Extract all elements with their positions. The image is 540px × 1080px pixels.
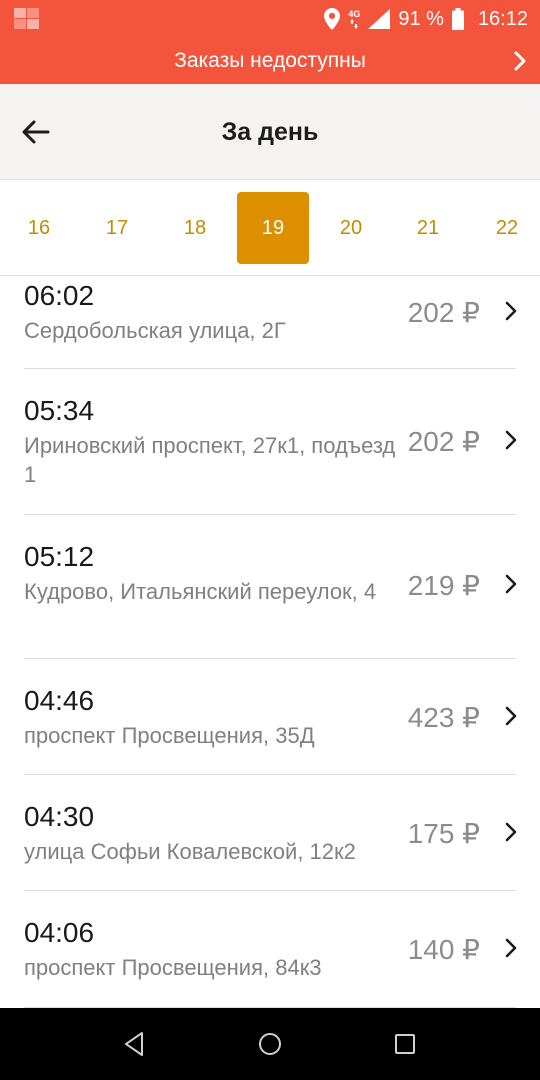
chevron-right-icon [505,822,517,842]
date-16[interactable]: 16 [3,192,75,264]
navigation-bar [0,1008,540,1080]
date-20[interactable]: 20 [315,192,387,264]
date-22[interactable]: 22 [471,192,540,264]
order-time: 06:02 [24,280,95,311]
order-time: 05:34 [24,395,95,426]
order-price: 175 ₽ [407,818,480,849]
status-bar: 4G 91 % 16:12 [0,0,540,38]
page-title: За день [221,118,319,146]
order-time: 04:06 [24,917,95,948]
date-17[interactable]: 17 [81,192,153,264]
order-address: Ириновский проспект, 27к1, подъезд 1 [24,433,396,487]
order-address: Кудрово, Итальянский переулок, 4 [24,579,377,604]
order-price: 202 ₽ [407,426,480,457]
order-price: 219 ₽ [407,570,480,601]
clock: 16:12 [477,7,528,30]
toolbar: За день [0,84,540,180]
order-row[interactable]: 05:34 Ириновский проспект, 27к1, подъезд… [0,369,540,514]
order-time: 04:30 [24,801,95,832]
nav-back-icon[interactable] [118,1028,150,1060]
order-row[interactable]: 05:12 Кудрово, Итальянский переулок, 4 2… [0,515,540,658]
chevron-right-icon [505,301,517,321]
order-price: 140 ₽ [407,934,480,965]
screen: 4G 91 % 16:12 Заказы недоступны За день … [0,0,540,1080]
order-price: 202 ₽ [407,297,480,328]
nav-home-icon[interactable] [254,1028,286,1060]
date-selector: 16 17 18 19 20 21 22 [0,180,540,276]
chevron-right-icon [514,51,526,71]
signal-icon [368,9,391,29]
order-row[interactable]: 04:06 проспект Просвещения, 84к3 140 ₽ [0,891,540,1007]
date-21[interactable]: 21 [392,192,464,264]
order-price: 423 ₽ [407,702,480,733]
banner-text: Заказы недоступны [174,49,366,72]
order-address: улица Софьи Ковалевской, 12к2 [24,839,356,864]
date-18[interactable]: 18 [159,192,231,264]
network-type-label: 4G [348,8,361,19]
nav-recents-icon[interactable] [389,1028,421,1060]
order-address: проспект Просвещения, 84к3 [24,955,322,980]
chevron-right-icon [505,430,517,450]
date-19-selected[interactable]: 19 [237,192,309,264]
location-icon [324,8,341,30]
network-indicator: 4G [348,8,361,29]
order-row[interactable]: 04:46 проспект Просвещения, 35Д 423 ₽ [0,659,540,774]
data-arrows-icon [350,18,359,29]
orders-unavailable-banner[interactable]: Заказы недоступны [0,38,540,84]
orders-list: 06:02 Сердобольская улица, 2Г 202 ₽ 05:3… [0,276,540,1008]
order-row[interactable]: 06:02 Сердобольская улица, 2Г 202 ₽ [0,276,540,368]
order-address: Сердобольская улица, 2Г [24,318,286,343]
order-time: 04:46 [24,685,95,716]
battery-icon [451,8,464,30]
order-row[interactable]: 04:30 улица Софьи Ковалевской, 12к2 175 … [0,775,540,890]
order-address: проспект Просвещения, 35Д [24,723,315,748]
chevron-right-icon [505,574,517,594]
chevron-right-icon [505,938,517,958]
status-icons: 4G 91 % 16:12 [324,0,528,38]
battery-percent: 91 % [398,7,444,30]
app-notification-icon [14,8,40,30]
chevron-right-icon [505,706,517,726]
order-time: 05:12 [24,541,95,572]
